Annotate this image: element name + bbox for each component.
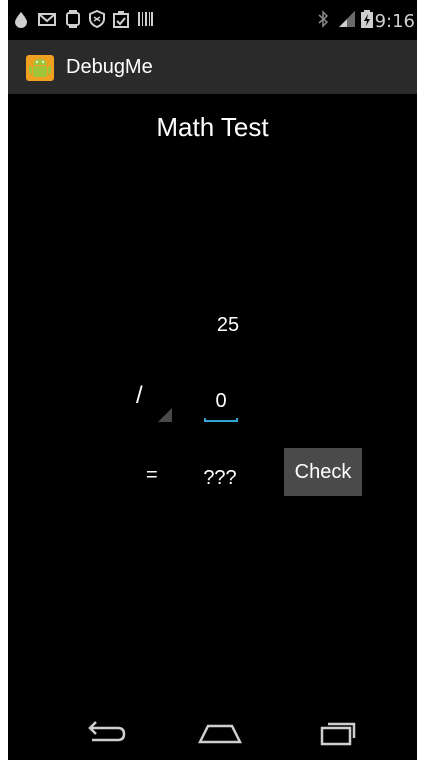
equals-sign: = xyxy=(146,464,158,486)
bluetooth-icon xyxy=(318,10,329,28)
operand1-text: 25 xyxy=(216,314,240,336)
app-title: DebugMe xyxy=(66,56,153,78)
input-underline xyxy=(204,418,238,422)
device-screen: 9:16 DebugMe Math Test 25 / 0 = ??? Chec… xyxy=(8,0,417,760)
signal-icon xyxy=(339,11,355,27)
check-button[interactable]: Check xyxy=(284,448,362,496)
recents-icon[interactable] xyxy=(314,718,362,748)
page-title: Math Test xyxy=(156,112,269,142)
watch-icon xyxy=(66,10,80,28)
shield-icon xyxy=(89,10,105,28)
clipboard-icon xyxy=(113,11,129,28)
operand2-value: 0 xyxy=(215,390,227,412)
home-icon[interactable] xyxy=(196,718,244,748)
operator-spinner[interactable]: / xyxy=(132,380,172,422)
battery-icon xyxy=(361,10,373,28)
barcode-icon xyxy=(138,12,153,26)
back-icon[interactable] xyxy=(80,718,128,748)
result-text: ??? xyxy=(203,467,237,489)
spinner-arrow-icon xyxy=(158,408,172,422)
action-bar: DebugMe xyxy=(8,40,417,94)
status-bar: 9:16 xyxy=(8,0,417,40)
android-icon xyxy=(26,55,54,81)
nav-bar xyxy=(8,704,417,760)
mail-icon xyxy=(38,13,56,26)
operand2-input[interactable]: 0 xyxy=(202,388,240,422)
operator-value: / xyxy=(136,382,143,409)
drop-icon xyxy=(15,12,27,28)
status-time: 9:16 xyxy=(374,11,415,32)
main-content: Math Test 25 / 0 = ??? Check xyxy=(8,94,417,704)
